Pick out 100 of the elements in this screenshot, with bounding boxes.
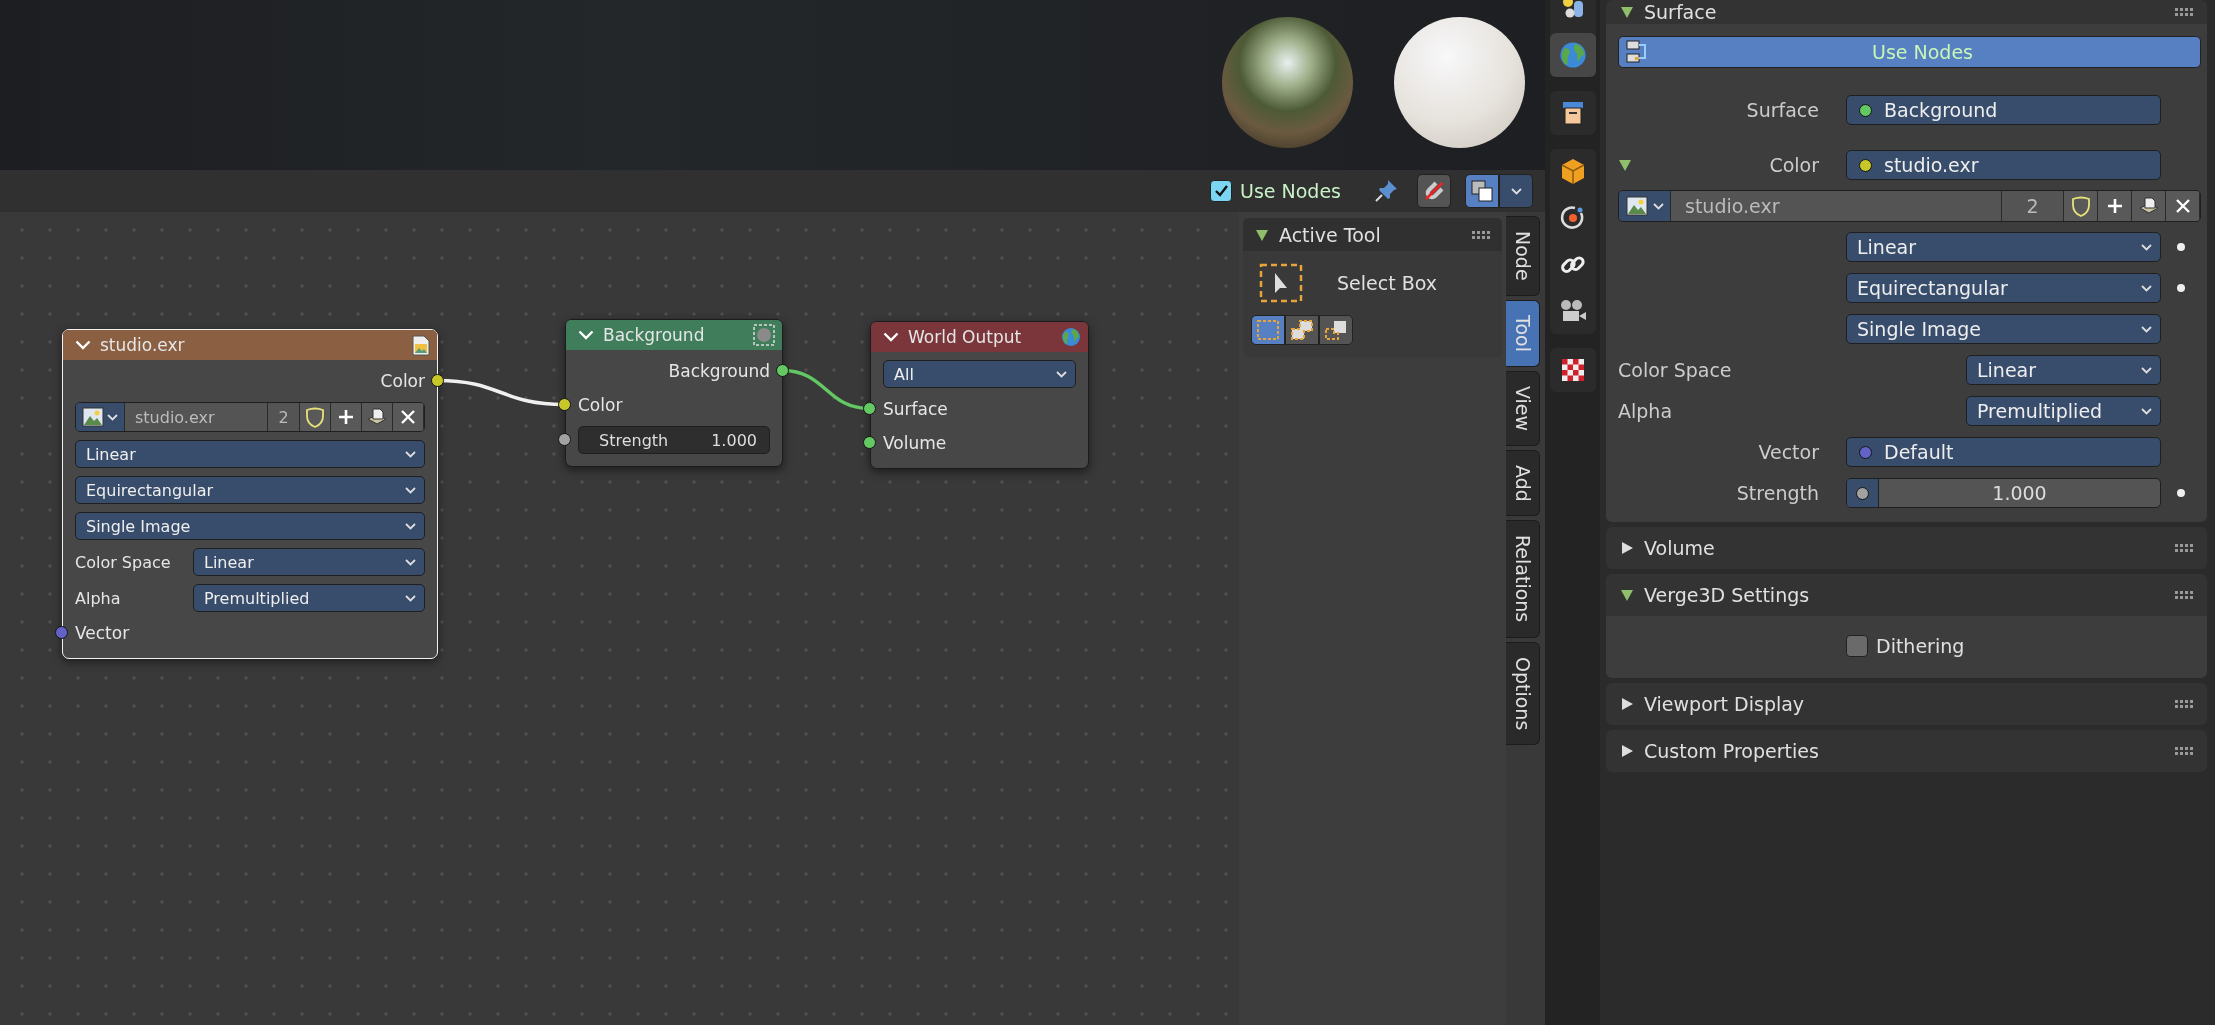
- chevron-icon: [2141, 284, 2152, 292]
- selection-mode-icon: [1289, 318, 1315, 342]
- socket-label: Color: [380, 371, 425, 391]
- node-header[interactable]: World Output: [871, 322, 1088, 352]
- mode-button[interactable]: [1319, 315, 1353, 345]
- panel-title: Surface: [1644, 1, 1718, 23]
- dropdown[interactable]: Premultiplied: [1966, 396, 2161, 426]
- cube-icon: [1560, 157, 1586, 185]
- sidebar-tab[interactable]: Options: [1506, 641, 1540, 745]
- sidebar-tab[interactable]: Tool: [1506, 299, 1540, 367]
- grip-icon[interactable]: [2175, 700, 2195, 708]
- panel-header[interactable]: Active Tool: [1243, 218, 1502, 251]
- image-name-field[interactable]: studio.exr: [125, 403, 268, 431]
- selection-mode-icon: [1255, 318, 1281, 342]
- sidebar-tab[interactable]: Relations: [1506, 520, 1540, 638]
- image-browse-button[interactable]: [1619, 191, 1671, 221]
- open-image-button[interactable]: [2132, 191, 2166, 221]
- tool-name: Select Box: [1337, 272, 1437, 294]
- dropdown[interactable]: All: [883, 360, 1076, 388]
- panel-header[interactable]: Viewport Display: [1606, 683, 2207, 725]
- node-header[interactable]: Background: [566, 320, 782, 350]
- panel-header[interactable]: Surface: [1606, 0, 2207, 24]
- sidebar-tab[interactable]: View: [1506, 370, 1540, 446]
- panel-title: Volume: [1644, 537, 1716, 559]
- dropdown[interactable]: Premultiplied: [193, 584, 425, 612]
- node-title: Background: [603, 325, 706, 345]
- chevron-icon: [1510, 187, 1522, 195]
- mode-button[interactable]: [1251, 315, 1285, 345]
- chevron-icon: [405, 450, 416, 458]
- node[interactable]: World Output All Surface Volume: [870, 321, 1089, 469]
- socket-label: Surface: [883, 399, 948, 419]
- property-label: Color Space: [1618, 359, 1733, 381]
- keyframe-dot[interactable]: [2177, 284, 2185, 292]
- disclosure-triangle-icon[interactable]: [1620, 588, 1634, 602]
- sidebar-tab[interactable]: Add: [1506, 449, 1540, 517]
- keyframe-dot[interactable]: [2177, 243, 2185, 251]
- open-image-button[interactable]: [362, 403, 393, 431]
- disclosure-triangle-icon[interactable]: [1255, 227, 1269, 242]
- dropdown[interactable]: Linear: [1966, 355, 2161, 385]
- mode-button[interactable]: [1285, 315, 1319, 345]
- socket-link-field[interactable]: Background: [1846, 95, 2161, 125]
- box-icon: [1561, 100, 1585, 126]
- node[interactable]: Background Background Color Strength 1.000: [565, 319, 783, 467]
- chevron-icon: [2141, 407, 2152, 415]
- socket-link-field[interactable]: Default: [1846, 437, 2161, 467]
- grip-icon[interactable]: [2175, 544, 2195, 552]
- disclosure-triangle-icon[interactable]: [1620, 541, 1634, 555]
- dropdown[interactable]: Single Image: [75, 512, 425, 540]
- fake-user-button[interactable]: [2064, 191, 2098, 221]
- disclosure-triangle-icon[interactable]: [1618, 158, 1632, 172]
- unlink-button[interactable]: [393, 403, 424, 431]
- panel-header[interactable]: Custom Properties: [1606, 730, 2207, 772]
- socket-label: Vector: [75, 623, 130, 643]
- number-field[interactable]: Strength 1.000: [578, 426, 770, 454]
- panel-header[interactable]: Volume: [1606, 527, 2207, 569]
- sidebar-tab[interactable]: Node: [1506, 216, 1540, 296]
- collapse-chevron-icon[interactable]: [578, 330, 594, 340]
- setting-label: Color Space: [75, 552, 172, 572]
- overlay-menu-button[interactable]: [1499, 174, 1533, 208]
- checkbox-label: Use Nodes: [1239, 180, 1341, 202]
- dropdown[interactable]: Equirectangular: [1846, 273, 2161, 303]
- grip-icon[interactable]: [2175, 591, 2195, 599]
- checkbox[interactable]: [1209, 180, 1232, 202]
- grip-icon[interactable]: [2175, 747, 2195, 755]
- new-image-button[interactable]: [2098, 191, 2132, 221]
- panel-title: Custom Properties: [1644, 740, 1820, 762]
- overlay-button[interactable]: [1465, 174, 1499, 208]
- globe-icon: [1061, 327, 1081, 347]
- checkbox[interactable]: [1846, 635, 1868, 657]
- dropdown[interactable]: Single Image: [1846, 314, 2161, 344]
- panel-header[interactable]: Verge3D Settings: [1606, 574, 2207, 616]
- dropdown[interactable]: Linear: [1846, 232, 2161, 262]
- grip-icon[interactable]: [1472, 230, 1492, 239]
- dropdown[interactable]: Equirectangular: [75, 476, 425, 504]
- select-box-icon[interactable]: [1259, 263, 1303, 303]
- chevron-icon: [107, 413, 118, 421]
- new-image-button[interactable]: [331, 403, 362, 431]
- collapse-chevron-icon[interactable]: [883, 332, 899, 342]
- keyframe-dot[interactable]: [2177, 489, 2185, 497]
- selection-mode-icon: [1323, 318, 1349, 342]
- image-name-field[interactable]: studio.exr: [1671, 191, 2002, 221]
- dropdown[interactable]: Linear: [75, 440, 425, 468]
- socket-link-field[interactable]: studio.exr: [1846, 150, 2161, 180]
- field-value: 1.000: [711, 430, 757, 450]
- disclosure-triangle-icon[interactable]: [1620, 697, 1634, 711]
- grip-icon[interactable]: [2175, 8, 2195, 16]
- dropdown[interactable]: Linear: [193, 548, 425, 576]
- chevron-icon: [2141, 243, 2152, 251]
- node[interactable]: studio.exr Color studio.exr 2 Linear Equirectangular Single Image Color Space Linear Alpha Premultiplied Vector: [62, 329, 438, 659]
- disclosure-triangle-icon[interactable]: [1620, 5, 1634, 19]
- unlink-button[interactable]: [2166, 191, 2200, 221]
- fake-user-button[interactable]: [300, 403, 331, 431]
- snap-button[interactable]: [1417, 174, 1451, 208]
- disclosure-triangle-icon[interactable]: [1620, 744, 1634, 758]
- node-header[interactable]: studio.exr: [63, 330, 437, 360]
- field-label: Strength: [599, 430, 669, 450]
- image-browse-button[interactable]: [76, 403, 125, 431]
- number-field[interactable]: 1.000: [1846, 478, 2161, 508]
- tray-icon: [2137, 196, 2160, 216]
- collapse-chevron-icon[interactable]: [75, 340, 91, 350]
